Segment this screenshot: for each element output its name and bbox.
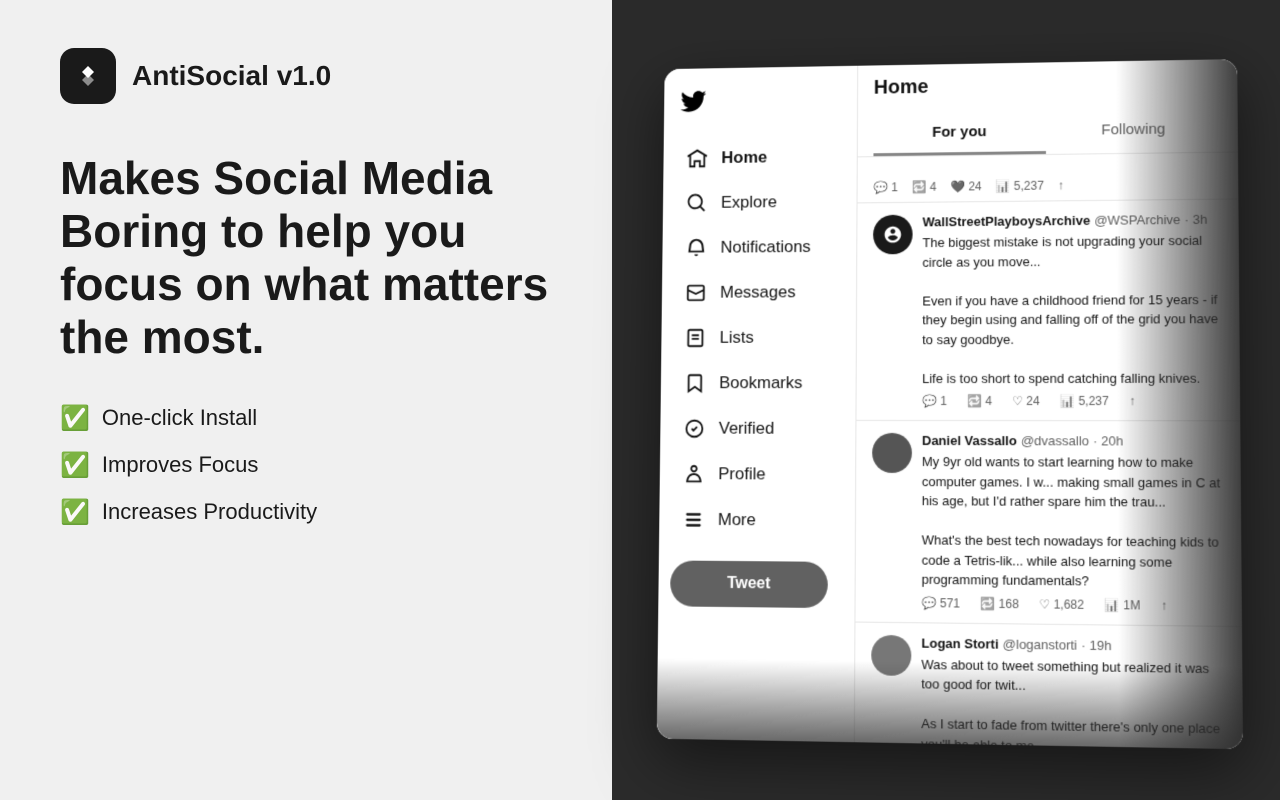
nav-more-label: More [718, 510, 756, 530]
left-panel: AntiSocial v1.0 Makes Social Media Borin… [0, 0, 612, 800]
stat-share: ↑ [1058, 178, 1064, 192]
tweet-dv-name: Daniel Vassallo [922, 433, 1017, 448]
feature-label-3: Increases Productivity [102, 499, 317, 525]
nav-explore[interactable]: Explore [674, 181, 845, 224]
logo-row: AntiSocial v1.0 [60, 48, 552, 104]
tab-foryou[interactable]: For you [873, 109, 1046, 157]
nav-verified-label: Verified [719, 419, 775, 439]
envelope-icon [685, 282, 707, 304]
check-icon-3: ✅ [60, 498, 90, 527]
nav-lists[interactable]: Lists [673, 317, 844, 359]
nav-profile[interactable]: Profile [671, 453, 843, 495]
feature-item-3: ✅ Increases Productivity [60, 498, 552, 527]
avatar-dv [872, 433, 912, 473]
bell-icon [686, 237, 708, 259]
gradient-bottom [657, 658, 1243, 749]
hero-text: Makes Social Media Boring to help you fo… [60, 152, 552, 364]
feature-item-1: ✅ One-click Install [60, 404, 552, 433]
tweet-ls-time: · 19h [1081, 637, 1111, 653]
feature-label-2: Improves Focus [102, 452, 259, 478]
stat-retweets: 🔁 4 [912, 180, 937, 194]
action-like-dv[interactable]: ♡ 1,682 [1039, 597, 1084, 612]
check-icon-2: ✅ [60, 451, 90, 480]
action-rt[interactable]: 🔁 4 [967, 394, 992, 408]
feature-item-2: ✅ Improves Focus [60, 451, 552, 480]
gradient-right [1116, 59, 1243, 749]
nav-profile-label: Profile [718, 464, 765, 484]
tweet-button[interactable]: Tweet [670, 560, 828, 608]
nav-notifications[interactable]: Notifications [674, 226, 845, 268]
action-views: 📊 5,237 [1060, 394, 1109, 408]
app-logo [60, 48, 116, 104]
stat-views: 📊 5,237 [996, 179, 1044, 193]
tweet-ls-handle: @loganstorti [1003, 636, 1077, 652]
stat-replies: 💬 1 [873, 180, 898, 194]
tweet-wsp-name: WallStreetPlayboysArchive [923, 213, 1091, 229]
nav-notifications-label: Notifications [720, 237, 810, 257]
list-icon [685, 327, 707, 349]
nav-bookmarks-label: Bookmarks [719, 373, 802, 393]
nav-home-label: Home [721, 148, 767, 168]
twitter-sidebar: Home Explore Notifications [657, 66, 858, 742]
feature-label-1: One-click Install [102, 405, 257, 431]
twitter-mockup: Home Explore Notifications [657, 59, 1243, 749]
nav-home[interactable]: Home [675, 136, 845, 179]
action-like[interactable]: ♡ 24 [1012, 394, 1040, 408]
action-reply-dv[interactable]: 💬 571 [922, 595, 961, 610]
more-icon [683, 509, 705, 531]
nav-bookmarks[interactable]: Bookmarks [672, 362, 844, 404]
avatar-wsp [873, 215, 913, 255]
action-reply[interactable]: 💬 1 [922, 394, 947, 408]
nav-lists-label: Lists [720, 328, 754, 348]
right-panel: Home Explore Notifications [612, 0, 1280, 800]
features-list: ✅ One-click Install ✅ Improves Focus ✅ I… [60, 404, 552, 527]
nav-messages[interactable]: Messages [673, 271, 844, 313]
tweet-ls-name: Logan Storti [921, 635, 998, 651]
verified-icon [684, 418, 706, 440]
nav-explore-label: Explore [721, 193, 777, 213]
tweet-dv-handle: @dvassallo [1021, 433, 1089, 448]
home-icon [687, 148, 708, 170]
nav-verified[interactable]: Verified [672, 408, 844, 450]
user-icon [683, 463, 705, 485]
explore-icon [686, 192, 707, 214]
app-name: AntiSocial v1.0 [132, 60, 331, 92]
action-rt-dv[interactable]: 🔁 168 [980, 596, 1019, 611]
stat-likes: ❤️ 24 [950, 179, 981, 193]
nav-messages-label: Messages [720, 282, 796, 302]
nav-more[interactable]: More [671, 499, 843, 542]
check-icon-1: ✅ [60, 404, 90, 433]
twitter-logo [676, 84, 711, 119]
bookmark-icon [684, 372, 706, 394]
